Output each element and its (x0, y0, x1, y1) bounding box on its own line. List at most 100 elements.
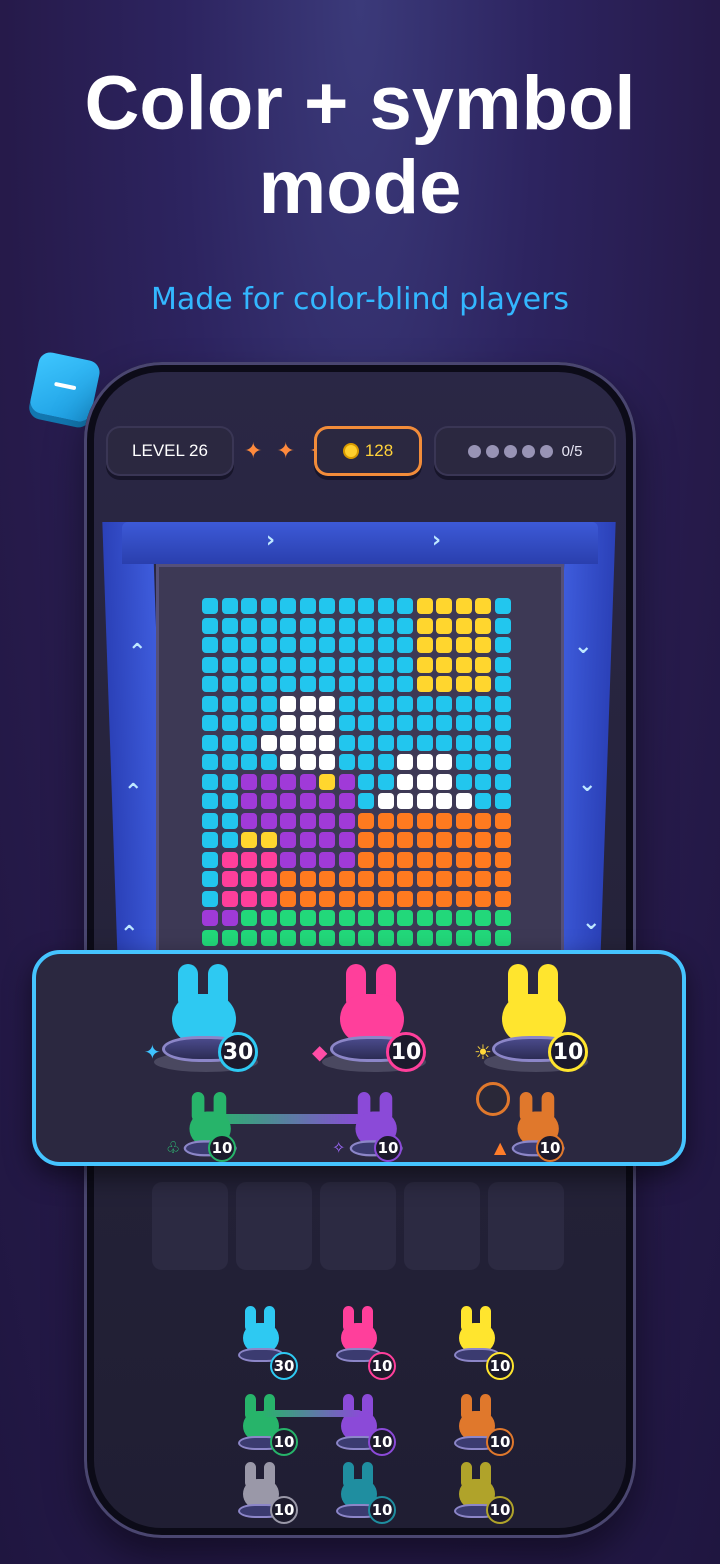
board-pixel (436, 734, 452, 751)
bomb-icon (476, 1082, 510, 1116)
board-pixel (475, 715, 491, 731)
board-pixel (338, 793, 355, 809)
board-pixel (455, 656, 472, 673)
board-pixel (416, 637, 433, 653)
coin-value: 128 (364, 441, 394, 460)
board-pixel (202, 929, 218, 946)
board-pixel (221, 617, 238, 634)
board-pixel (397, 617, 413, 634)
board-pixel (494, 715, 511, 731)
board-pixel (338, 754, 355, 770)
empty-slot[interactable] (404, 1182, 480, 1270)
board-pixel (241, 617, 257, 634)
board-pixel (299, 715, 316, 731)
board-pixel (299, 617, 316, 634)
board-pixel (338, 890, 355, 907)
board-pixel (358, 910, 374, 926)
board-pixel (494, 598, 511, 614)
board-pixel (436, 598, 452, 614)
board-pixel (455, 812, 472, 829)
board-pixel (358, 695, 374, 712)
board-pixel (475, 929, 491, 946)
board-pixel (475, 910, 491, 926)
board-pixel (241, 695, 257, 712)
board-pixel (280, 734, 296, 751)
progress-dot (503, 444, 517, 458)
board-pixel (338, 695, 355, 712)
board-pixel (280, 695, 296, 712)
board-pixel (319, 773, 335, 790)
board-pixel (280, 617, 296, 634)
board-pixel (299, 734, 316, 751)
board-pixel (436, 617, 452, 634)
board-pixel (338, 832, 355, 848)
board-pixel (241, 851, 257, 868)
chevron-up-icon: ⌃ (128, 640, 147, 665)
board-pixel (397, 734, 413, 751)
board-pixel (377, 851, 394, 868)
board-pixel (455, 793, 472, 809)
board-pixel (299, 910, 316, 926)
board-pixel (358, 734, 374, 751)
board-pixel (397, 676, 413, 692)
board-pixel (416, 793, 433, 809)
board-pixel (221, 715, 238, 731)
board-pixel (221, 871, 238, 887)
board-pixel (280, 910, 296, 926)
board-pixel (280, 832, 296, 848)
board-pixel (494, 871, 511, 887)
board-pixel (260, 637, 277, 653)
conveyor-top (122, 522, 598, 564)
linked-pair-bar (212, 1114, 362, 1124)
empty-slot[interactable] (236, 1182, 312, 1270)
board-pixel (241, 910, 257, 926)
board-pixel (475, 890, 491, 907)
empty-slot[interactable] (320, 1182, 396, 1270)
board-pixel (358, 851, 374, 868)
board-pixel (397, 832, 413, 848)
board-pixel (436, 754, 452, 770)
empty-slot[interactable] (152, 1182, 228, 1270)
board-pixel (319, 715, 335, 731)
board-pixel (475, 812, 491, 829)
board-pixel (397, 773, 413, 790)
board-pixel (241, 676, 257, 692)
board-pixel (299, 676, 316, 692)
empty-slot[interactable] (488, 1182, 564, 1270)
board-pixel (358, 773, 374, 790)
ammo-count-badge: 30 (270, 1352, 298, 1380)
board-pixel (338, 715, 355, 731)
board-pixel (416, 695, 433, 712)
board-pixel (397, 715, 413, 731)
progress-label: 0/5 (561, 442, 583, 460)
board-pixel (377, 598, 394, 614)
board-pixel (202, 715, 218, 731)
coin-counter[interactable]: 128 (314, 426, 422, 476)
progress-indicator: 0/5 (434, 426, 616, 476)
board-pixel (416, 656, 433, 673)
board-pixel (377, 734, 394, 751)
board-pixel (455, 871, 472, 887)
level-indicator: LEVEL 26 (106, 426, 234, 476)
board-pixel (475, 656, 491, 673)
board-pixel (494, 695, 511, 712)
board-pixel (280, 890, 296, 907)
board-pixel (455, 695, 472, 712)
board-pixel (377, 793, 394, 809)
board-pixel (260, 617, 277, 634)
board-pixel (475, 773, 491, 790)
board-pixel (319, 812, 335, 829)
symbol-icon: ▲ (494, 1138, 507, 1157)
board-pixel (260, 812, 277, 829)
board-pixel (202, 617, 218, 634)
board-pixel (299, 598, 316, 614)
progress-dot (467, 444, 481, 458)
board-pixel (241, 812, 257, 829)
board-pixel (299, 812, 316, 829)
board-pixel (494, 637, 511, 653)
board-pixel (319, 754, 335, 770)
board-pixel (280, 715, 296, 731)
board-pixel (436, 929, 452, 946)
symbol-icon: ✧ (332, 1138, 346, 1157)
board-pixel (494, 851, 511, 868)
